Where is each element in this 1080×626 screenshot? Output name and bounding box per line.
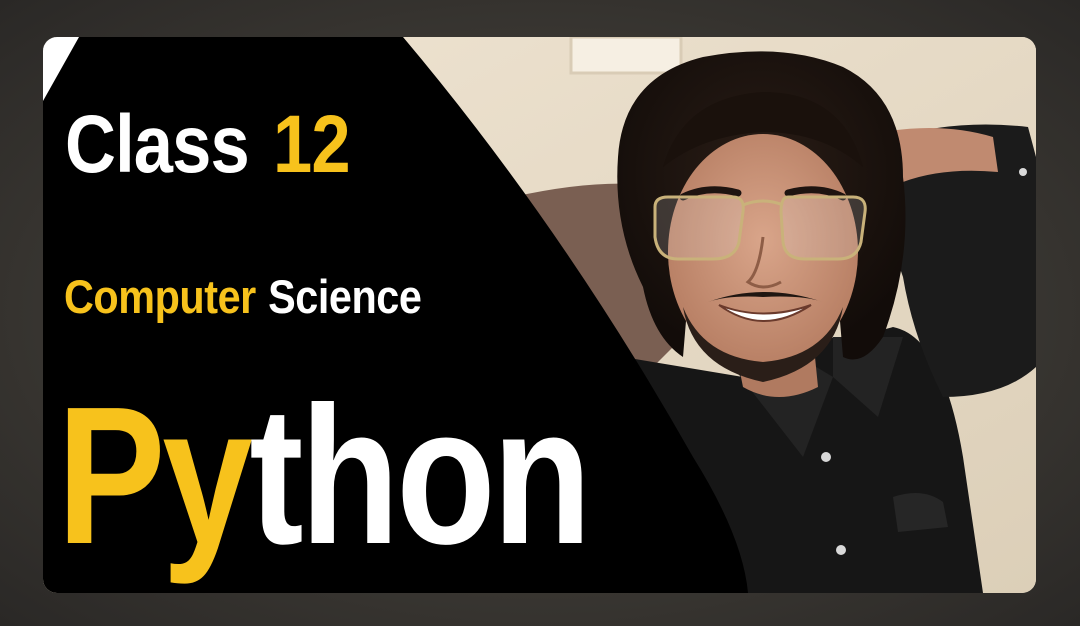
class-title: Class 12 [65, 104, 351, 186]
class-word: Class [65, 99, 250, 190]
shirt-button [1019, 168, 1027, 176]
shirt-button [821, 452, 831, 462]
window-frame [569, 37, 683, 75]
class-number: 12 [272, 99, 351, 190]
subject-title: Computer Science [64, 270, 422, 323]
shirt-button [836, 545, 846, 555]
video-thumbnail[interactable]: Class 12 Computer Science Python [43, 37, 1036, 593]
language-highlight: Py [57, 366, 253, 585]
language-title: Python [57, 378, 592, 574]
subject-word-computer: Computer [64, 270, 256, 323]
subject-word-science: Science [268, 270, 422, 323]
language-rest: thon [249, 366, 591, 585]
